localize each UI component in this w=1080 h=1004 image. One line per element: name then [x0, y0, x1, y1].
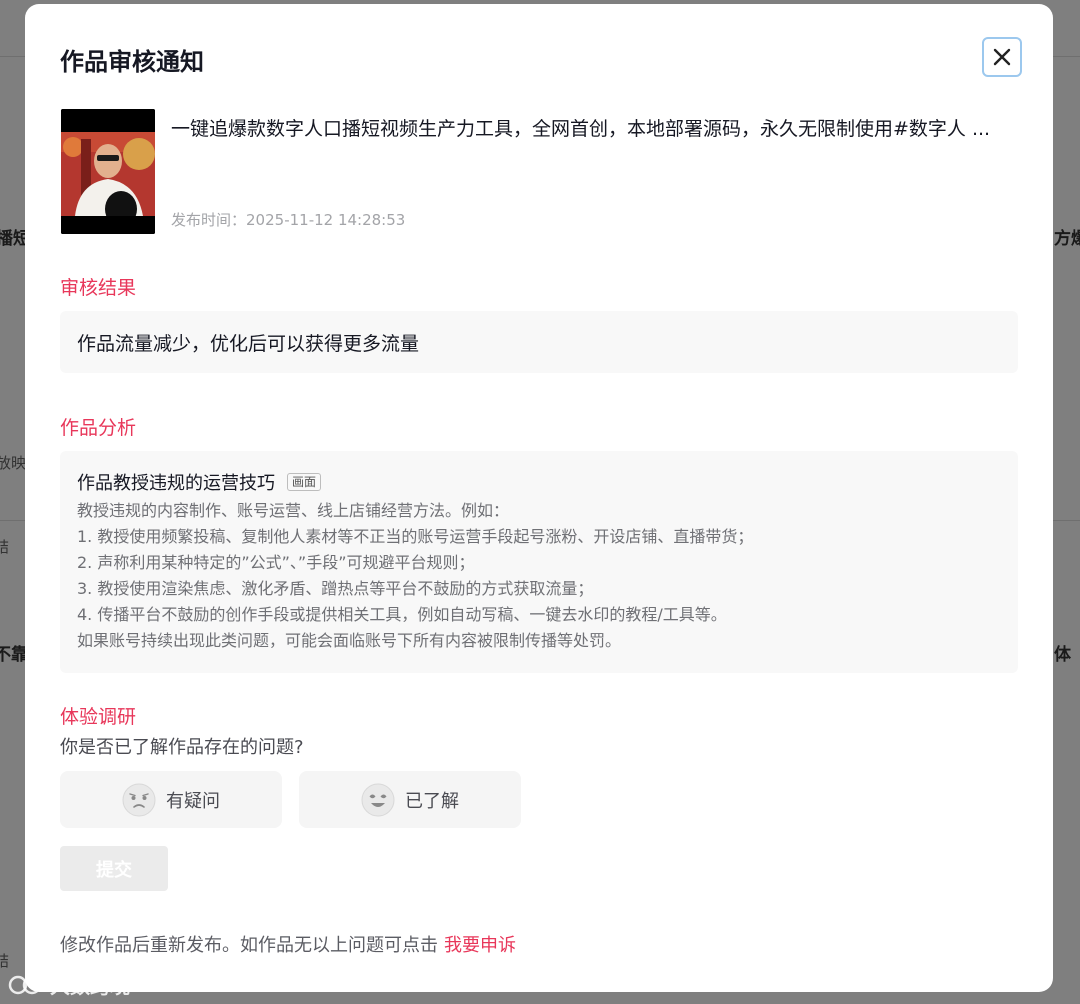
analysis-heading: 作品分析 — [60, 417, 137, 439]
analysis-line: 3. 教授使用渲染焦虑、激化矛盾、蹭热点等平台不鼓励的方式获取流量； — [77, 579, 594, 598]
close-button[interactable] — [982, 37, 1022, 77]
publish-time-value: 2025-11-12 14:28:53 — [246, 211, 406, 229]
background-text: 结 — [0, 538, 10, 556]
background-text: 方爆 — [1054, 229, 1080, 249]
analysis-box: 作品教授违规的运营技巧 画面 教授违规的内容制作、账号运营、线上店铺经营方法。例… — [60, 451, 1018, 673]
modal-title: 作品审核通知 — [60, 48, 204, 76]
confused-face-icon — [122, 783, 156, 816]
analysis-line: 2. 声称利用某种特定的”公式”、”手段”可规避平台规则； — [77, 553, 475, 572]
submit-button[interactable]: 提交 — [60, 846, 168, 891]
video-title[interactable]: 一键追爆款数字人口播短视频生产力工具，全网首创，本地部署源码，永久无限制使用#数… — [171, 114, 1031, 141]
watermark: 大数跨境 — [8, 970, 130, 999]
footer-text: 修改作品后重新发布。如作品无以上问题可点击 — [60, 935, 438, 956]
publish-time-label: 发布时间： — [171, 211, 247, 229]
background-text: 不靠 — [0, 645, 28, 665]
happy-face-icon — [361, 783, 395, 816]
review-notice-modal: 作品审核通知 一键追爆款数字人口播短视频生产力工具，全网首创，本地部署源码，永久… — [25, 4, 1053, 992]
review-result-heading: 审核结果 — [60, 277, 137, 299]
option-understood[interactable]: 已了解 — [299, 771, 521, 828]
option-label: 已了解 — [405, 790, 459, 812]
logo-icon — [8, 975, 44, 994]
background-text: 结 — [0, 952, 10, 970]
watermark-text: 大数跨境 — [50, 974, 130, 998]
close-icon — [993, 48, 1011, 66]
analysis-tag: 画面 — [287, 473, 322, 491]
analysis-title: 作品教授违规的运营技巧 — [77, 473, 275, 494]
publish-time: 发布时间：2025-11-12 14:28:53 — [171, 209, 405, 230]
option-label: 有疑问 — [166, 790, 220, 812]
analysis-line: 1. 教授使用频繁投稿、复制他人素材等不正当的账号运营手段起号涨粉、开设店铺、直… — [77, 527, 754, 546]
appeal-link[interactable]: 我要申诉 — [444, 935, 516, 956]
review-result-text: 作品流量减少，优化后可以获得更多流量 — [77, 332, 420, 355]
analysis-line: 4. 传播平台不鼓励的创作手段或提供相关工具，例如自动写稿、一键去水印的教程/工… — [77, 605, 727, 624]
review-result-box: 作品流量减少，优化后可以获得更多流量 — [60, 311, 1018, 373]
option-have-questions[interactable]: 有疑问 — [60, 771, 282, 828]
video-thumbnail[interactable] — [61, 109, 155, 234]
analysis-line: 教授违规的内容制作、账号运营、线上店铺经营方法。例如： — [77, 501, 510, 520]
video-cover-image — [61, 109, 155, 234]
survey-heading: 体验调研 — [60, 706, 137, 728]
background-text: 放映 — [0, 454, 27, 472]
survey-question: 你是否已了解作品存在的问题? — [60, 737, 304, 758]
analysis-line: 如果账号持续出现此类问题，可能会面临账号下所有内容被限制传播等处罚。 — [77, 631, 622, 650]
background-text: 体 — [1054, 645, 1071, 665]
footer-note: 修改作品后重新发布。如作品无以上问题可点击 我要申诉 — [60, 931, 516, 957]
